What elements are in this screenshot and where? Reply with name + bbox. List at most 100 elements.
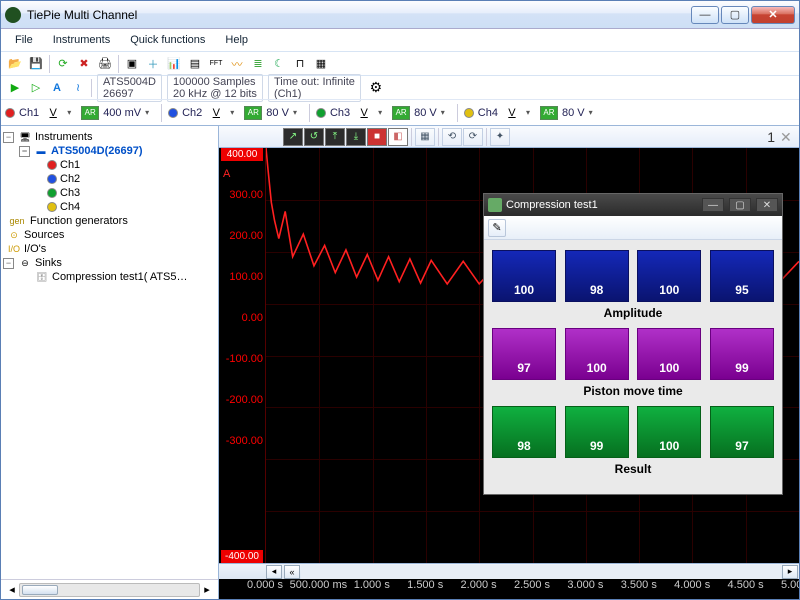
menu-quick[interactable]: Quick functions xyxy=(122,32,213,48)
minimize-button[interactable]: — xyxy=(691,6,719,24)
result-tile[interactable]: 100 xyxy=(637,406,701,458)
graph-hscroll[interactable]: ◂ « ▸ xyxy=(219,563,799,579)
result-tile[interactable]: 97 xyxy=(710,406,774,458)
tree-ios[interactable]: I/O's xyxy=(24,243,46,255)
fft-icon[interactable]: FFT xyxy=(206,54,226,74)
result-tile[interactable]: 100 xyxy=(565,328,629,380)
device-info[interactable]: ATS5004D 26697 xyxy=(97,74,162,102)
result-tile[interactable]: 97 xyxy=(492,328,556,380)
coupling-icon[interactable]: V xyxy=(354,103,374,123)
popup-titlebar[interactable]: Compression test1 — ▢ ✕ xyxy=(484,194,782,216)
ch-label[interactable]: Ch3 xyxy=(330,107,350,119)
tree-sinks[interactable]: Sinks xyxy=(35,257,62,269)
result-tile[interactable]: 95 xyxy=(710,250,774,302)
expander-icon[interactable]: − xyxy=(3,258,14,269)
gtool-icon[interactable]: ■ xyxy=(367,128,387,146)
ch-range[interactable]: 400 mV xyxy=(103,107,141,119)
scroll-left-icon[interactable]: ◂ xyxy=(266,565,282,579)
tree-instruments[interactable]: Instruments xyxy=(35,131,92,143)
ch-range[interactable]: 80 V xyxy=(562,107,585,119)
titlebar[interactable]: TiePie Multi Channel — ▢ ✕ xyxy=(1,1,799,29)
refresh-icon[interactable]: ⟳ xyxy=(53,54,73,74)
tree-device[interactable]: ATS5004D(26697) xyxy=(51,145,143,157)
popup-maximize-button[interactable]: ▢ xyxy=(729,198,751,212)
gtool-icon[interactable]: ▦ xyxy=(415,128,435,146)
result-tile[interactable]: 100 xyxy=(637,250,701,302)
gtool-icon[interactable]: ◧ xyxy=(388,128,408,146)
popup-minimize-button[interactable]: — xyxy=(702,198,724,212)
tree-ch4[interactable]: Ch4 xyxy=(60,201,80,213)
ch-dot-icon[interactable] xyxy=(5,108,15,118)
coupling-icon[interactable]: V xyxy=(206,103,226,123)
save-icon[interactable]: 💾 xyxy=(26,54,46,74)
timeout-info[interactable]: Time out: Infinite (Ch1) xyxy=(268,74,361,102)
auto-icon[interactable]: A xyxy=(47,78,67,98)
wave-icon[interactable]: 〰 xyxy=(227,54,247,74)
result-tile[interactable]: 99 xyxy=(710,328,774,380)
scroll-right-icon[interactable]: ▸ xyxy=(782,565,798,579)
result-tile[interactable]: 98 xyxy=(492,406,556,458)
tree-sources[interactable]: Sources xyxy=(24,229,64,241)
ch-label[interactable]: Ch1 xyxy=(19,107,39,119)
add-icon[interactable]: ＋ xyxy=(143,54,163,74)
scroll-left2-icon[interactable]: « xyxy=(284,565,300,579)
popup-close-button[interactable]: ✕ xyxy=(756,198,778,212)
connector-icon[interactable]: ⊓ xyxy=(290,54,310,74)
chart-icon[interactable]: 📊 xyxy=(164,54,184,74)
tree-sink1[interactable]: Compression test1( ATS5… xyxy=(52,271,188,283)
ch-label[interactable]: Ch4 xyxy=(478,107,498,119)
tree-ch3[interactable]: Ch3 xyxy=(60,187,80,199)
maximize-button[interactable]: ▢ xyxy=(721,6,749,24)
sample-info[interactable]: 100000 Samples 20 kHz @ 12 bits xyxy=(167,74,263,102)
ios-icon: I/O xyxy=(7,243,21,255)
tool-icon[interactable]: ▣ xyxy=(122,54,142,74)
tree-ch2[interactable]: Ch2 xyxy=(60,173,80,185)
tree-ch1[interactable]: Ch1 xyxy=(60,159,80,171)
gtool-icon[interactable]: ↗ xyxy=(283,128,303,146)
signal-icon[interactable]: ≣ xyxy=(248,54,268,74)
result-tile[interactable]: 99 xyxy=(565,406,629,458)
graph-close-icon[interactable]: ✕ xyxy=(780,129,796,145)
autorange-icon[interactable]: AR xyxy=(392,106,410,120)
autorange-icon[interactable]: AR xyxy=(540,106,558,120)
menu-file[interactable]: File xyxy=(7,32,41,48)
autorange-icon[interactable]: AR xyxy=(244,106,262,120)
ch-label[interactable]: Ch2 xyxy=(182,107,202,119)
tree-hscroll[interactable]: ◂ ▸ xyxy=(1,579,218,599)
single-icon[interactable]: ▷ xyxy=(26,78,46,98)
coupling-icon[interactable]: V xyxy=(43,103,63,123)
result-tile[interactable]: 100 xyxy=(492,250,556,302)
clip-icon[interactable]: ▤ xyxy=(185,54,205,74)
spinner-icon[interactable]: ⚙ xyxy=(364,78,388,98)
gtool-icon[interactable]: ⤒ xyxy=(325,128,345,146)
meter-icon[interactable]: ▦ xyxy=(311,54,331,74)
play-icon[interactable]: ▶ xyxy=(5,78,25,98)
gtool-icon[interactable]: ✦ xyxy=(490,128,510,146)
ch-dot-icon[interactable] xyxy=(316,108,326,118)
gtool-icon[interactable]: ⟲ xyxy=(442,128,462,146)
y-axis[interactable]: 400.00 A 300.00200.00100.000.00-100.00-2… xyxy=(219,148,265,563)
result-tile[interactable]: 100 xyxy=(637,328,701,380)
wave2-icon[interactable]: ≀ xyxy=(68,78,88,98)
gtool-icon[interactable]: ↺ xyxy=(304,128,324,146)
open-icon[interactable]: 📂 xyxy=(5,54,25,74)
close-button[interactable]: ✕ xyxy=(751,6,795,24)
menu-help[interactable]: Help xyxy=(217,32,256,48)
autorange-icon[interactable]: AR xyxy=(81,106,99,120)
result-tile[interactable]: 98 xyxy=(565,250,629,302)
menu-instruments[interactable]: Instruments xyxy=(45,32,118,48)
gtool-icon[interactable]: ⟳ xyxy=(463,128,483,146)
expander-icon[interactable]: − xyxy=(19,146,30,157)
ch-dot-icon[interactable] xyxy=(464,108,474,118)
coupling-icon[interactable]: V xyxy=(502,103,522,123)
ch-range[interactable]: 80 V xyxy=(414,107,437,119)
cancel-icon[interactable]: ✖ xyxy=(74,54,94,74)
tree-fngen[interactable]: Function generators xyxy=(30,215,128,227)
ch-range[interactable]: 80 V xyxy=(266,107,289,119)
expander-icon[interactable]: − xyxy=(3,132,14,143)
gtool-icon[interactable]: ⤓ xyxy=(346,128,366,146)
popup-tool-icon[interactable]: ✎ xyxy=(488,219,506,237)
moon-icon[interactable]: ☾ xyxy=(269,54,289,74)
ch-dot-icon[interactable] xyxy=(168,108,178,118)
print-icon[interactable]: 🖨 xyxy=(95,54,115,74)
